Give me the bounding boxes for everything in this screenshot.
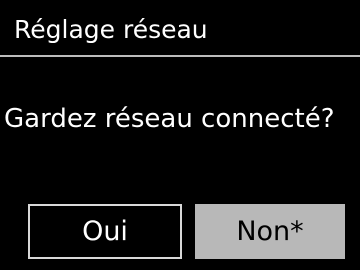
- no-button[interactable]: Non*: [195, 204, 345, 259]
- yes-button[interactable]: Oui: [28, 204, 182, 259]
- page-title: Réglage réseau: [14, 15, 208, 44]
- yes-button-label: Oui: [82, 216, 128, 247]
- prompt-question: Gardez réseau connecté?: [4, 104, 335, 134]
- device-screen: Réglage réseau Gardez réseau connecté? O…: [0, 0, 360, 270]
- no-button-label: Non*: [236, 216, 304, 247]
- title-divider: [0, 55, 360, 57]
